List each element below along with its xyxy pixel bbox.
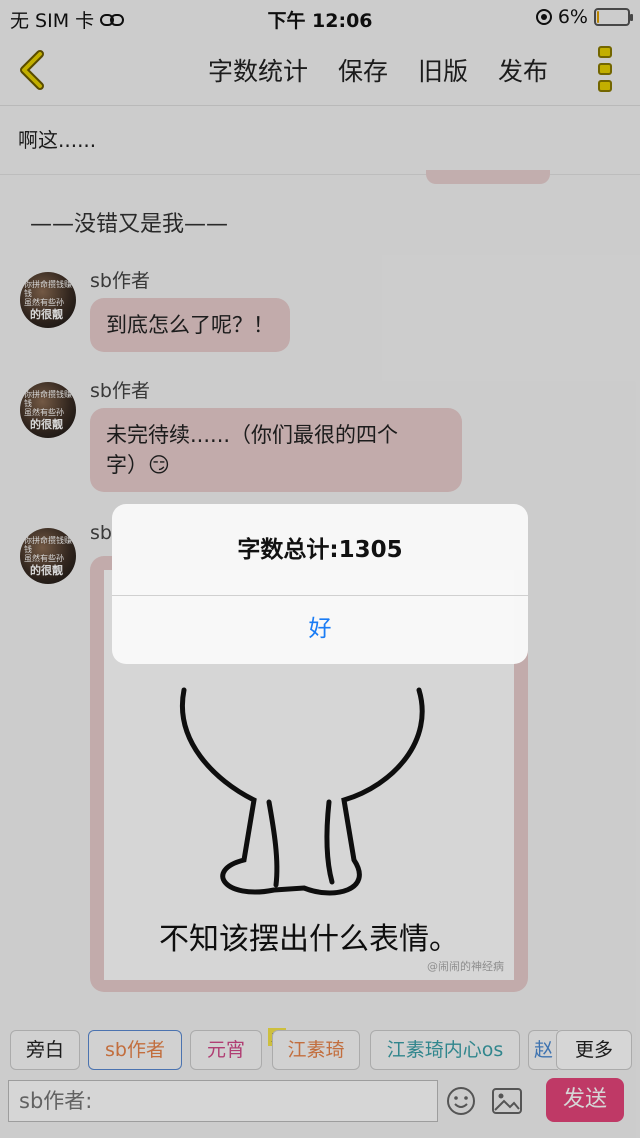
alert-ok-button[interactable]: 好 [112, 596, 528, 663]
word-count-alert: 字数总计:1305 好 [112, 504, 528, 664]
alert-title: 字数总计:1305 [112, 504, 528, 596]
